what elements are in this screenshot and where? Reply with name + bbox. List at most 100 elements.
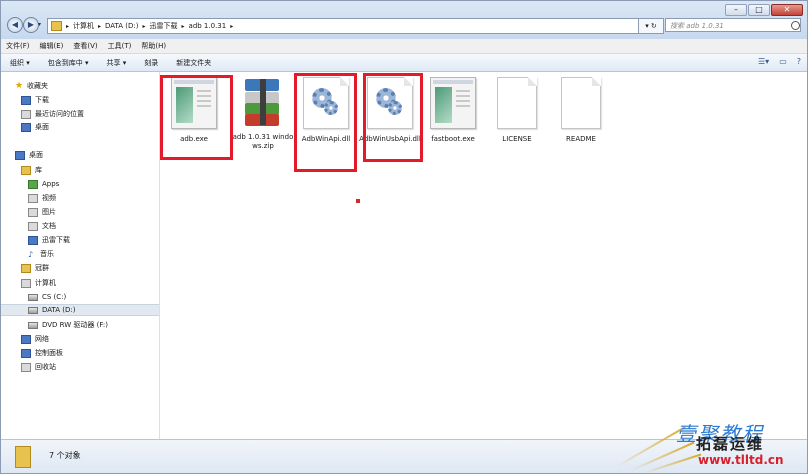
file-item[interactable]: README bbox=[550, 77, 612, 144]
nav-item-favorites[interactable]: ★ 收藏夹 bbox=[15, 80, 159, 92]
nav-item-thunder[interactable]: 迅雷下载 bbox=[28, 234, 159, 246]
refresh-button[interactable]: ▾ ↻ bbox=[638, 18, 664, 34]
nav-item-recent[interactable]: 最近访问的位置 bbox=[21, 108, 159, 120]
explorer-window: – □ ✕ ◀ ▶ ▾ ▸ 计算机 ▸ DATA (D:) ▸ 迅雷下载 ▸ a… bbox=[0, 0, 808, 474]
back-arrow-icon[interactable]: ◀ bbox=[7, 17, 23, 33]
breadcrumb-adb[interactable]: adb 1.0.31 bbox=[189, 22, 227, 30]
preview-pane-icon[interactable]: ▭ bbox=[779, 57, 787, 66]
nav-label: 控制面板 bbox=[35, 349, 63, 357]
star-icon: ★ bbox=[15, 81, 24, 91]
breadcrumb-thunder[interactable]: 迅雷下载 bbox=[150, 21, 178, 31]
new-folder-button[interactable]: 新建文件夹 bbox=[167, 58, 220, 68]
desktop-icon bbox=[15, 150, 25, 160]
forward-arrow-icon[interactable]: ▶ bbox=[23, 17, 39, 33]
nav-item-libraries[interactable]: 库 bbox=[21, 164, 159, 176]
minimize-button[interactable]: – bbox=[725, 4, 747, 16]
nav-item-drive-d[interactable]: DATA (D:) bbox=[1, 304, 159, 316]
blank-file-icon bbox=[497, 77, 537, 129]
navigation-pane: ★ 收藏夹 下载 最近访问的位置 桌面 桌面 库 Apps 视频 图片 文档 迅… bbox=[1, 72, 160, 439]
file-item[interactable]: fastboot.exe bbox=[422, 77, 484, 144]
file-name: adb 1.0.31 windows.zip bbox=[232, 133, 294, 150]
help-icon[interactable]: ? bbox=[797, 57, 801, 66]
menu-tools[interactable]: 工具(T) bbox=[103, 41, 137, 51]
nav-label: Apps bbox=[42, 180, 60, 188]
picture-library-icon bbox=[28, 207, 38, 217]
nav-item-apps[interactable]: Apps bbox=[28, 178, 159, 190]
nav-item-drive-c[interactable]: CS (C:) bbox=[28, 291, 159, 303]
menu-file[interactable]: 文件(F) bbox=[1, 41, 35, 51]
search-input[interactable]: 搜索 adb 1.0.31 bbox=[665, 18, 801, 32]
item-count: 7 个对象 bbox=[49, 451, 81, 460]
burn-button[interactable]: 刻录 bbox=[135, 58, 167, 68]
watermark-line2: 拓磊运维 bbox=[696, 435, 765, 453]
nav-label: 冠群 bbox=[35, 264, 49, 272]
nav-label: 库 bbox=[35, 166, 42, 174]
nav-item-desktop-fav[interactable]: 桌面 bbox=[21, 121, 159, 133]
menu-view[interactable]: 查看(V) bbox=[68, 41, 102, 51]
highlight-box-adbwinapi bbox=[294, 73, 357, 172]
nav-label: DVD RW 驱动器 (F:) bbox=[42, 321, 108, 329]
winrar-archive-icon bbox=[241, 77, 285, 127]
optical-drive-icon bbox=[28, 321, 38, 329]
recent-places-icon bbox=[21, 109, 31, 119]
nav-item-homegroup[interactable]: 冠群 bbox=[21, 262, 159, 274]
nav-item-control-panel[interactable]: 控制面板 bbox=[21, 347, 159, 359]
nav-label: 网络 bbox=[35, 335, 49, 343]
share-button[interactable]: 共享 ▾ bbox=[98, 58, 136, 68]
nav-item-recycle-bin[interactable]: 回收站 bbox=[21, 361, 159, 373]
homegroup-icon bbox=[21, 263, 31, 273]
file-list: adb.exe adb 1.0.31 windows.zip AdbWinApi… bbox=[160, 72, 807, 439]
menu-help[interactable]: 帮助(H) bbox=[136, 41, 171, 51]
address-bar[interactable]: ▸ 计算机 ▸ DATA (D:) ▸ 迅雷下载 ▸ adb 1.0.31 ▸ bbox=[47, 18, 639, 34]
file-name: README bbox=[566, 135, 596, 143]
nav-label: 视频 bbox=[42, 194, 56, 202]
search-icon[interactable] bbox=[791, 21, 800, 30]
file-name: fastboot.exe bbox=[431, 135, 475, 143]
menu-edit[interactable]: 编辑(E) bbox=[35, 41, 69, 51]
desktop-icon bbox=[21, 122, 31, 132]
chevron-right-icon[interactable]: ▸ bbox=[182, 23, 185, 30]
nav-item-network[interactable]: 网络 bbox=[21, 333, 159, 345]
exe-icon bbox=[430, 77, 476, 129]
view-options-icon[interactable]: ☰▾ bbox=[758, 57, 769, 66]
title-bar: – □ ✕ ◀ ▶ ▾ ▸ 计算机 ▸ DATA (D:) ▸ 迅雷下载 ▸ a… bbox=[1, 1, 807, 39]
computer-icon bbox=[21, 278, 31, 288]
menu-bar: 文件(F) 编辑(E) 查看(V) 工具(T) 帮助(H) bbox=[1, 39, 807, 54]
apps-icon bbox=[28, 179, 38, 189]
nav-item-music[interactable]: ♪ 音乐 bbox=[28, 248, 159, 260]
caption-buttons: – □ ✕ bbox=[725, 4, 803, 16]
chevron-right-icon[interactable]: ▸ bbox=[98, 23, 101, 30]
nav-label: 计算机 bbox=[35, 279, 56, 287]
nav-item-computer[interactable]: 计算机 bbox=[21, 277, 159, 289]
file-item[interactable]: LICENSE bbox=[486, 77, 548, 144]
breadcrumb-computer[interactable]: 计算机 bbox=[73, 21, 94, 31]
include-in-library-button[interactable]: 包含到库中 ▾ bbox=[39, 58, 98, 68]
nav-item-downloads[interactable]: 下载 bbox=[21, 94, 159, 106]
chevron-right-icon[interactable]: ▸ bbox=[230, 23, 233, 30]
nav-item-documents[interactable]: 文档 bbox=[28, 220, 159, 232]
highlight-box-adbwinusbapi bbox=[363, 73, 423, 162]
download-folder-icon bbox=[21, 95, 31, 105]
nav-label: 收藏夹 bbox=[27, 82, 48, 90]
maximize-button[interactable]: □ bbox=[748, 4, 770, 16]
hard-drive-icon bbox=[28, 306, 38, 314]
network-icon bbox=[21, 334, 31, 344]
nav-label: 回收站 bbox=[35, 363, 56, 371]
breadcrumb-drive-d[interactable]: DATA (D:) bbox=[105, 22, 138, 30]
nav-item-pictures[interactable]: 图片 bbox=[28, 206, 159, 218]
close-button[interactable]: ✕ bbox=[771, 4, 803, 16]
blank-file-icon bbox=[561, 77, 601, 129]
nav-label: 图片 bbox=[42, 208, 56, 216]
chevron-right-icon[interactable]: ▸ bbox=[66, 23, 69, 30]
chevron-right-icon[interactable]: ▸ bbox=[143, 23, 146, 30]
nav-label: 文档 bbox=[42, 222, 56, 230]
file-name: LICENSE bbox=[502, 135, 532, 143]
history-dropdown-icon[interactable]: ▾ bbox=[38, 21, 41, 28]
nav-item-videos[interactable]: 视频 bbox=[28, 192, 159, 204]
file-item[interactable]: adb 1.0.31 windows.zip bbox=[232, 77, 294, 151]
nav-item-drive-f[interactable]: DVD RW 驱动器 (F:) bbox=[28, 319, 159, 331]
nav-item-desktop[interactable]: 桌面 bbox=[15, 149, 159, 161]
view-controls: ☰▾ ▭ ? bbox=[758, 57, 801, 66]
nav-label: 迅雷下载 bbox=[42, 236, 70, 244]
organize-button[interactable]: 组织 ▾ bbox=[1, 58, 39, 68]
